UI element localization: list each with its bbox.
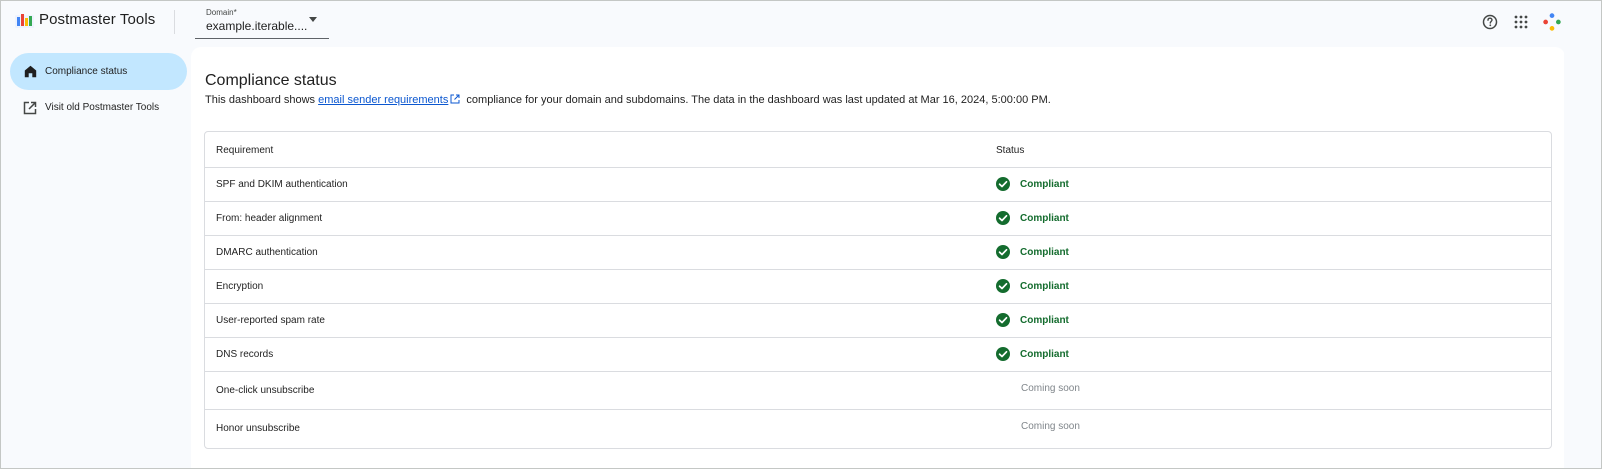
sidebar-item-compliance-status[interactable]: Compliance status	[10, 53, 187, 90]
table-row: SPF and DKIM authentication Compliant	[205, 168, 1551, 202]
table-header-row: Requirement Status	[205, 132, 1551, 168]
page-description: This dashboard shows email sender requir…	[205, 94, 1051, 106]
status-cell: Compliant	[996, 211, 1069, 225]
requirement-cell: One-click unsubscribe	[216, 385, 315, 396]
status-cell: Compliant	[996, 347, 1069, 361]
sidebar-item-label: Compliance status	[45, 66, 128, 77]
table-row: DNS records Compliant	[205, 338, 1551, 372]
status-cell: Compliant	[996, 313, 1069, 327]
status-cell: Coming soon	[996, 383, 1080, 394]
domain-select-value: example.iterable....	[206, 19, 308, 33]
email-sender-requirements-link[interactable]: email sender requirements	[318, 94, 448, 106]
status-compliant-label: Compliant	[1020, 212, 1069, 224]
table-row: Honor unsubscribe Coming soon	[205, 410, 1551, 448]
account-dots-icon[interactable]	[1542, 12, 1562, 32]
caret-down-icon	[309, 17, 317, 22]
requirement-cell: DNS records	[216, 349, 274, 360]
table-row: From: header alignment Compliant	[205, 202, 1551, 236]
requirement-cell: Honor unsubscribe	[216, 423, 300, 434]
check-circle-icon	[996, 177, 1010, 191]
status-cell: Compliant	[996, 177, 1069, 191]
external-link-icon[interactable]	[450, 94, 460, 104]
top-bar: Postmaster Tools Domain* example.iterabl…	[1, 1, 1601, 47]
apps-grid-icon[interactable]	[1511, 12, 1531, 32]
domain-select-label: Domain*	[206, 8, 237, 17]
column-header-requirement: Requirement	[216, 145, 274, 156]
status-coming-soon-label: Coming soon	[1021, 421, 1080, 432]
table-row: Encryption Compliant	[205, 270, 1551, 304]
sidebar-item-visit-old-postmaster-tools[interactable]: Visit old Postmaster Tools	[10, 89, 187, 126]
status-cell: Coming soon	[996, 421, 1080, 432]
postmaster-logo-icon	[15, 14, 34, 28]
check-circle-icon	[996, 347, 1010, 361]
status-compliant-label: Compliant	[1020, 314, 1069, 326]
requirement-cell: DMARC authentication	[216, 247, 318, 258]
table-row: DMARC authentication Compliant	[205, 236, 1551, 270]
requirement-cell: Encryption	[216, 281, 264, 292]
status-compliant-label: Compliant	[1020, 280, 1069, 292]
scrollbar-track[interactable]	[1564, 47, 1601, 468]
description-suffix: compliance for your domain and subdomain…	[463, 94, 1051, 106]
status-compliant-label: Compliant	[1020, 178, 1069, 190]
description-prefix: This dashboard shows	[205, 94, 319, 106]
page-title: Compliance status	[205, 72, 337, 89]
table-row: User-reported spam rate Compliant	[205, 304, 1551, 338]
sidebar-item-label: Visit old Postmaster Tools	[45, 102, 160, 113]
status-compliant-label: Compliant	[1020, 348, 1069, 360]
check-circle-icon	[996, 313, 1010, 327]
header-divider	[174, 10, 175, 34]
home-icon	[22, 64, 38, 80]
status-cell: Compliant	[996, 245, 1069, 259]
requirement-cell: User-reported spam rate	[216, 315, 325, 326]
help-icon[interactable]	[1480, 12, 1500, 32]
requirement-cell: From: header alignment	[216, 213, 323, 224]
open-external-icon	[22, 100, 38, 116]
status-compliant-label: Compliant	[1020, 246, 1069, 258]
compliance-table: Requirement Status SPF and DKIM authenti…	[204, 131, 1552, 449]
domain-select[interactable]: Domain* example.iterable....	[195, 5, 329, 39]
column-header-status: Status	[996, 145, 1025, 156]
check-circle-icon	[996, 279, 1010, 293]
check-circle-icon	[996, 211, 1010, 225]
app-window: Postmaster Tools Domain* example.iterabl…	[0, 0, 1602, 469]
app-title: Postmaster Tools	[39, 11, 156, 28]
status-cell: Compliant	[996, 279, 1069, 293]
table-row: One-click unsubscribe Coming soon	[205, 372, 1551, 410]
status-coming-soon-label: Coming soon	[1021, 383, 1080, 394]
sidebar: Compliance status Visit old Postmaster T…	[1, 47, 191, 468]
check-circle-icon	[996, 245, 1010, 259]
requirement-cell: SPF and DKIM authentication	[216, 179, 348, 190]
main-content: Compliance status This dashboard shows e…	[191, 47, 1565, 468]
